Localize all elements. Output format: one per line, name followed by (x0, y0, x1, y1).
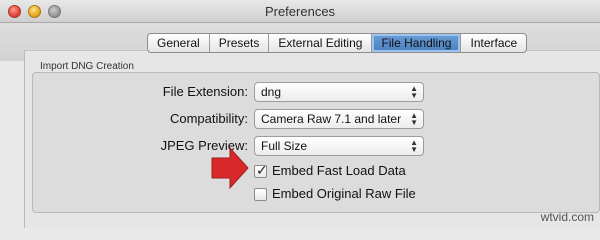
embed-original-raw-label[interactable]: Embed Original Raw File (272, 186, 416, 201)
select-arrows-icon: ▲ ▼ (410, 111, 418, 127)
jpeg-preview-select[interactable]: Full Size ▲ ▼ (254, 136, 424, 156)
checkmark-icon: ✓ (256, 162, 268, 178)
title-bar: Preferences (0, 0, 600, 23)
compatibility-value: Camera Raw 7.1 and later (261, 112, 402, 126)
tab-bar: General Presets External Editing File Ha… (147, 33, 528, 53)
file-extension-select[interactable]: dng ▲ ▼ (254, 82, 424, 102)
tab-interface[interactable]: Interface (461, 34, 526, 52)
embed-fast-load-checkbox[interactable]: ✓ (254, 162, 268, 178)
select-arrows-icon: ▲ ▼ (410, 84, 418, 100)
jpeg-preview-value: Full Size (261, 139, 308, 153)
compatibility-select[interactable]: Camera Raw 7.1 and later ▲ ▼ (254, 109, 424, 129)
red-arrow-icon (211, 146, 249, 190)
window-title: Preferences (264, 4, 336, 19)
file-extension-label: File Extension: (162, 84, 248, 99)
tab-external-editing[interactable]: External Editing (269, 34, 373, 52)
file-extension-value: dng (261, 85, 282, 99)
compatibility-label: Compatibility: (169, 111, 248, 126)
select-arrows-icon: ▲ ▼ (410, 138, 418, 154)
watermark: wtvid.com (540, 210, 594, 224)
group-title: Import DNG Creation (40, 61, 134, 72)
embed-original-raw-checkbox[interactable] (254, 188, 267, 201)
embed-fast-load-label[interactable]: Embed Fast Load Data (272, 163, 406, 178)
tab-file-handling[interactable]: File Handling (372, 34, 462, 52)
tab-presets[interactable]: Presets (210, 34, 270, 52)
tab-general[interactable]: General (148, 34, 210, 52)
